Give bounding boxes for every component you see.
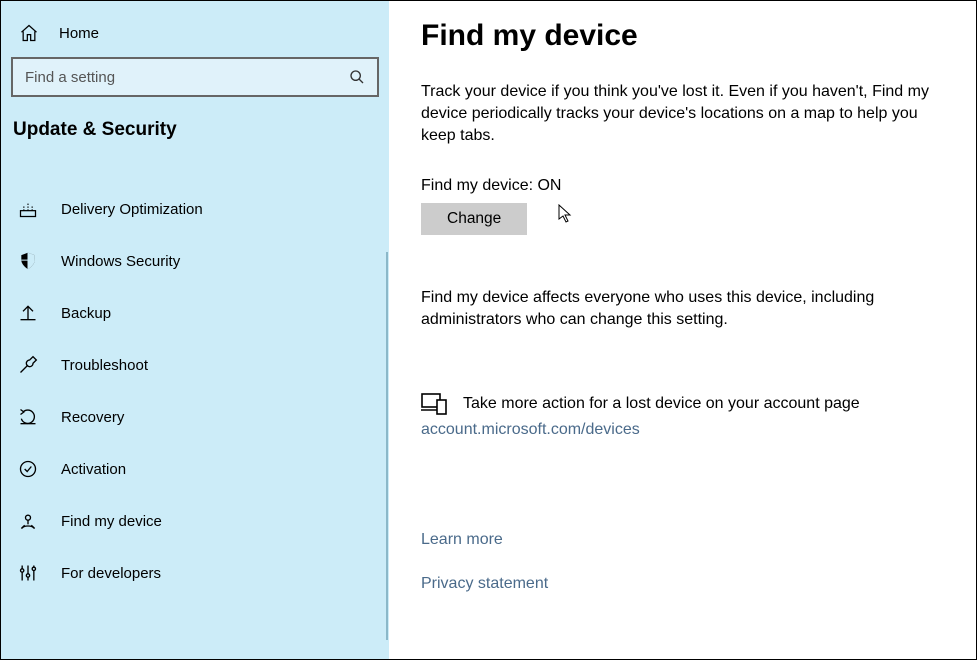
sidebar-item-label: Find my device	[61, 513, 162, 530]
sidebar-item-home[interactable]: Home	[11, 15, 379, 57]
recovery-icon	[17, 407, 39, 427]
privacy-statement-link[interactable]: Privacy statement	[421, 575, 954, 593]
backup-icon	[17, 303, 39, 323]
check-circle-icon	[17, 459, 39, 479]
sidebar-item-activation[interactable]: Activation	[11, 443, 379, 495]
sidebar-item-windows-security[interactable]: Windows Security	[11, 235, 379, 287]
account-action-text: Take more action for a lost device on yo…	[463, 395, 860, 413]
search-box[interactable]	[11, 57, 379, 97]
home-label: Home	[59, 25, 99, 42]
sidebar-item-label: For developers	[61, 565, 161, 582]
sidebar-item-troubleshoot[interactable]: Troubleshoot	[11, 339, 379, 391]
find-my-device-status: Find my device: ON	[421, 177, 954, 195]
sidebar-nav: Delivery Optimization Windows Security	[11, 183, 379, 599]
sidebar-item-recovery[interactable]: Recovery	[11, 391, 379, 443]
shield-icon	[17, 251, 39, 271]
search-input[interactable]	[25, 69, 331, 86]
sidebar-item-delivery-optimization[interactable]: Delivery Optimization	[11, 183, 379, 235]
page-title: Find my device	[421, 19, 954, 53]
delivery-optimization-icon	[17, 199, 39, 219]
sidebar-item-label: Windows Security	[61, 253, 180, 270]
sidebar-item-for-developers[interactable]: For developers	[11, 547, 379, 599]
change-button[interactable]: Change	[421, 203, 527, 235]
sidebar-item-label: Delivery Optimization	[61, 201, 203, 218]
affects-text: Find my device affects everyone who uses…	[421, 287, 954, 331]
search-icon	[349, 69, 365, 85]
sidebar-item-backup[interactable]: Backup	[11, 287, 379, 339]
account-action-row: Take more action for a lost device on yo…	[421, 393, 954, 415]
home-icon	[19, 23, 39, 43]
main-content: Find my device Track your device if you …	[389, 1, 976, 659]
sidebar-item-label: Recovery	[61, 409, 124, 426]
sidebar-item-find-my-device[interactable]: Find my device	[11, 495, 379, 547]
learn-more-link[interactable]: Learn more	[421, 531, 954, 549]
sidebar: Home Update & Security Delivery Optimiza…	[1, 1, 389, 659]
sidebar-item-label: Backup	[61, 305, 111, 322]
wrench-icon	[17, 355, 39, 375]
sidebar-item-label: Activation	[61, 461, 126, 478]
find-device-icon	[17, 511, 39, 531]
description-text: Track your device if you think you've lo…	[421, 81, 954, 147]
developers-icon	[17, 563, 39, 583]
account-devices-link[interactable]: account.microsoft.com/devices	[421, 421, 640, 439]
sidebar-item-label: Troubleshoot	[61, 357, 148, 374]
sidebar-category-title: Update & Security	[11, 119, 379, 141]
devices-icon	[421, 393, 447, 415]
